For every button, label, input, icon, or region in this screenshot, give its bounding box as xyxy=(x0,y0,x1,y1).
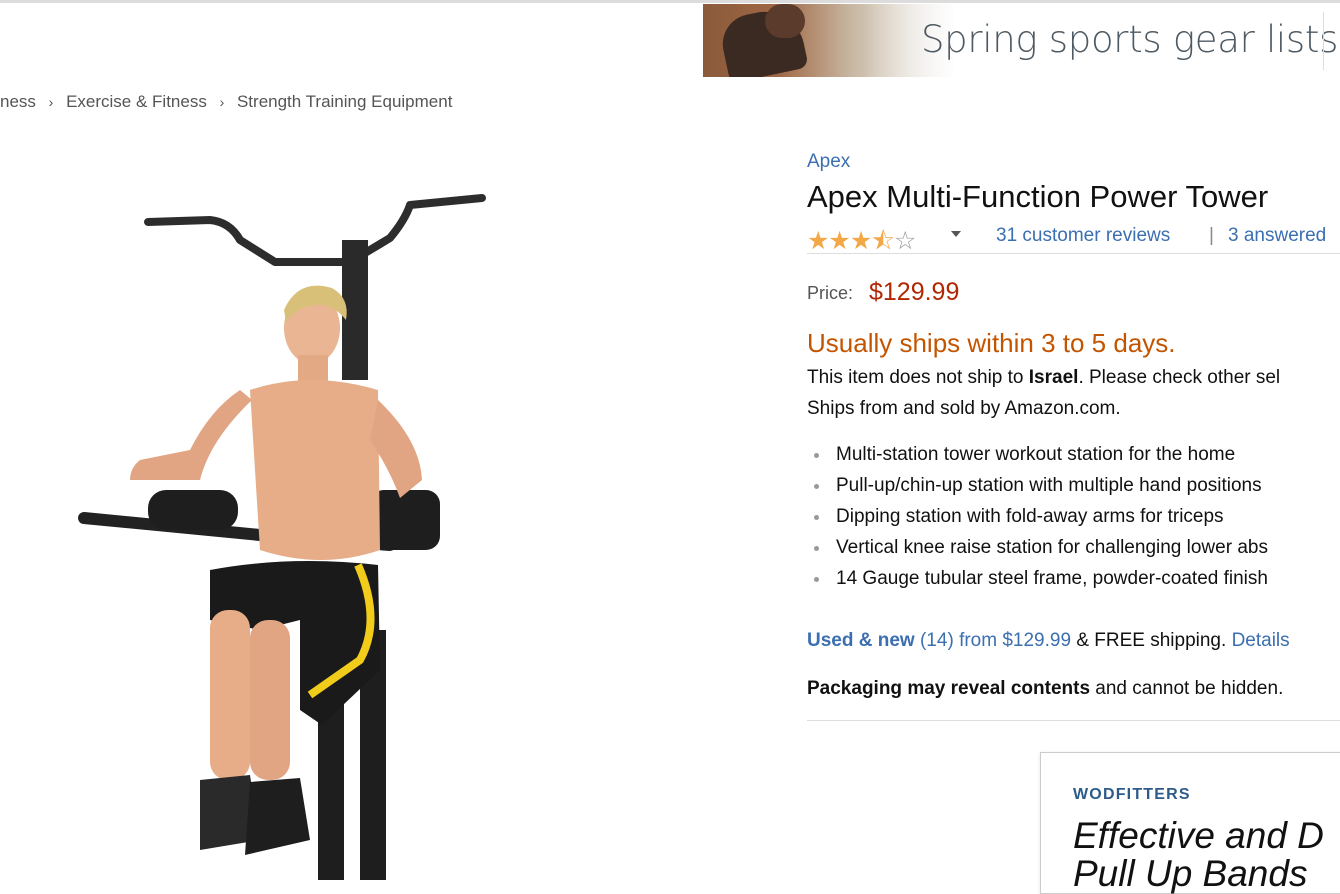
free-shipping-text: & FREE shipping. xyxy=(1076,630,1227,651)
rating-separator: | xyxy=(1209,225,1214,246)
used-new-from-price[interactable]: from $129.99 xyxy=(959,630,1071,651)
noship-suffix: . Please check other sel xyxy=(1078,367,1281,388)
divider xyxy=(807,253,1340,254)
promo-banner[interactable]: Spring sports gear lists xyxy=(703,4,1340,77)
rating-dropdown-chevron-icon[interactable] xyxy=(951,231,961,237)
star-full-icon: ★ xyxy=(849,227,872,255)
star-rating[interactable]: ★★★⯪☆ xyxy=(807,222,916,265)
breadcrumb-separator: › xyxy=(48,94,54,110)
used-and-new-offers: Used & new (14) from $129.99 & FREE ship… xyxy=(807,630,1290,652)
feature-item: Pull-up/chin-up station with multiple ha… xyxy=(810,475,1268,506)
top-border xyxy=(0,0,1340,3)
star-full-icon: ★ xyxy=(828,227,850,255)
packaging-notice-bold: Packaging may reveal contents xyxy=(807,678,1091,699)
ad-brand[interactable]: WODFITTERS xyxy=(1073,786,1191,804)
feature-list: Multi-station tower workout station for … xyxy=(810,444,1268,599)
price-label: Price: xyxy=(807,283,854,303)
availability-message: Usually ships within 3 to 5 days. xyxy=(807,328,1176,358)
divider xyxy=(807,720,1340,721)
used-new-count[interactable]: (14) xyxy=(920,630,954,651)
shipping-details-link[interactable]: Details xyxy=(1232,630,1290,651)
feature-item: Vertical knee raise station for challeng… xyxy=(810,537,1268,568)
breadcrumb-item-fitness[interactable]: ness xyxy=(0,92,36,111)
breadcrumb-item-exercise-fitness[interactable]: Exercise & Fitness xyxy=(66,92,207,111)
product-title: Apex Multi-Function Power Tower xyxy=(807,179,1269,214)
customer-reviews-link[interactable]: 31 customer reviews xyxy=(996,225,1170,247)
answered-questions-link[interactable]: 3 answered xyxy=(1228,225,1326,247)
star-half-icon: ⯪ xyxy=(871,227,895,255)
feature-item: Dipping station with fold-away arms for … xyxy=(810,506,1268,537)
power-tower-illustration xyxy=(78,194,486,880)
sponsored-ad-card[interactable]: WODFITTERS Effective and D Pull Up Bands xyxy=(1040,752,1340,894)
brand-link[interactable]: Apex xyxy=(807,151,850,173)
shipping-restriction: This item does not ship to Israel. Pleas… xyxy=(807,367,1280,389)
feature-item: Multi-station tower workout station for … xyxy=(810,444,1268,475)
product-image[interactable] xyxy=(60,150,540,880)
ad-headline-line2: Pull Up Bands xyxy=(1073,853,1308,894)
sold-by-text: Ships from and sold by Amazon.com. xyxy=(807,398,1121,419)
feature-item: 14 Gauge tubular steel frame, powder-coa… xyxy=(810,568,1268,599)
breadcrumb-item-strength-training[interactable]: Strength Training Equipment xyxy=(237,92,452,111)
ad-headline[interactable]: Effective and D Pull Up Bands xyxy=(1073,817,1324,893)
breadcrumb-separator: › xyxy=(219,94,225,110)
price-value: $129.99 xyxy=(869,278,960,306)
breadcrumb: ness › Exercise & Fitness › Strength Tra… xyxy=(0,92,452,112)
packaging-notice-rest: and cannot be hidden. xyxy=(1095,678,1284,699)
banner-divider xyxy=(1323,12,1324,70)
banner-text[interactable]: Spring sports gear lists xyxy=(921,18,1338,61)
star-empty-icon: ☆ xyxy=(893,227,916,255)
noship-country: Israel xyxy=(1028,367,1079,388)
noship-prefix: This item does not ship to xyxy=(807,367,1029,388)
banner-hand-shape xyxy=(765,4,805,38)
ad-headline-line1: Effective and D xyxy=(1073,815,1324,856)
star-full-icon: ★ xyxy=(807,227,829,255)
packaging-notice: Packaging may reveal contents and cannot… xyxy=(807,678,1283,700)
used-new-link[interactable]: Used & new xyxy=(807,630,915,651)
